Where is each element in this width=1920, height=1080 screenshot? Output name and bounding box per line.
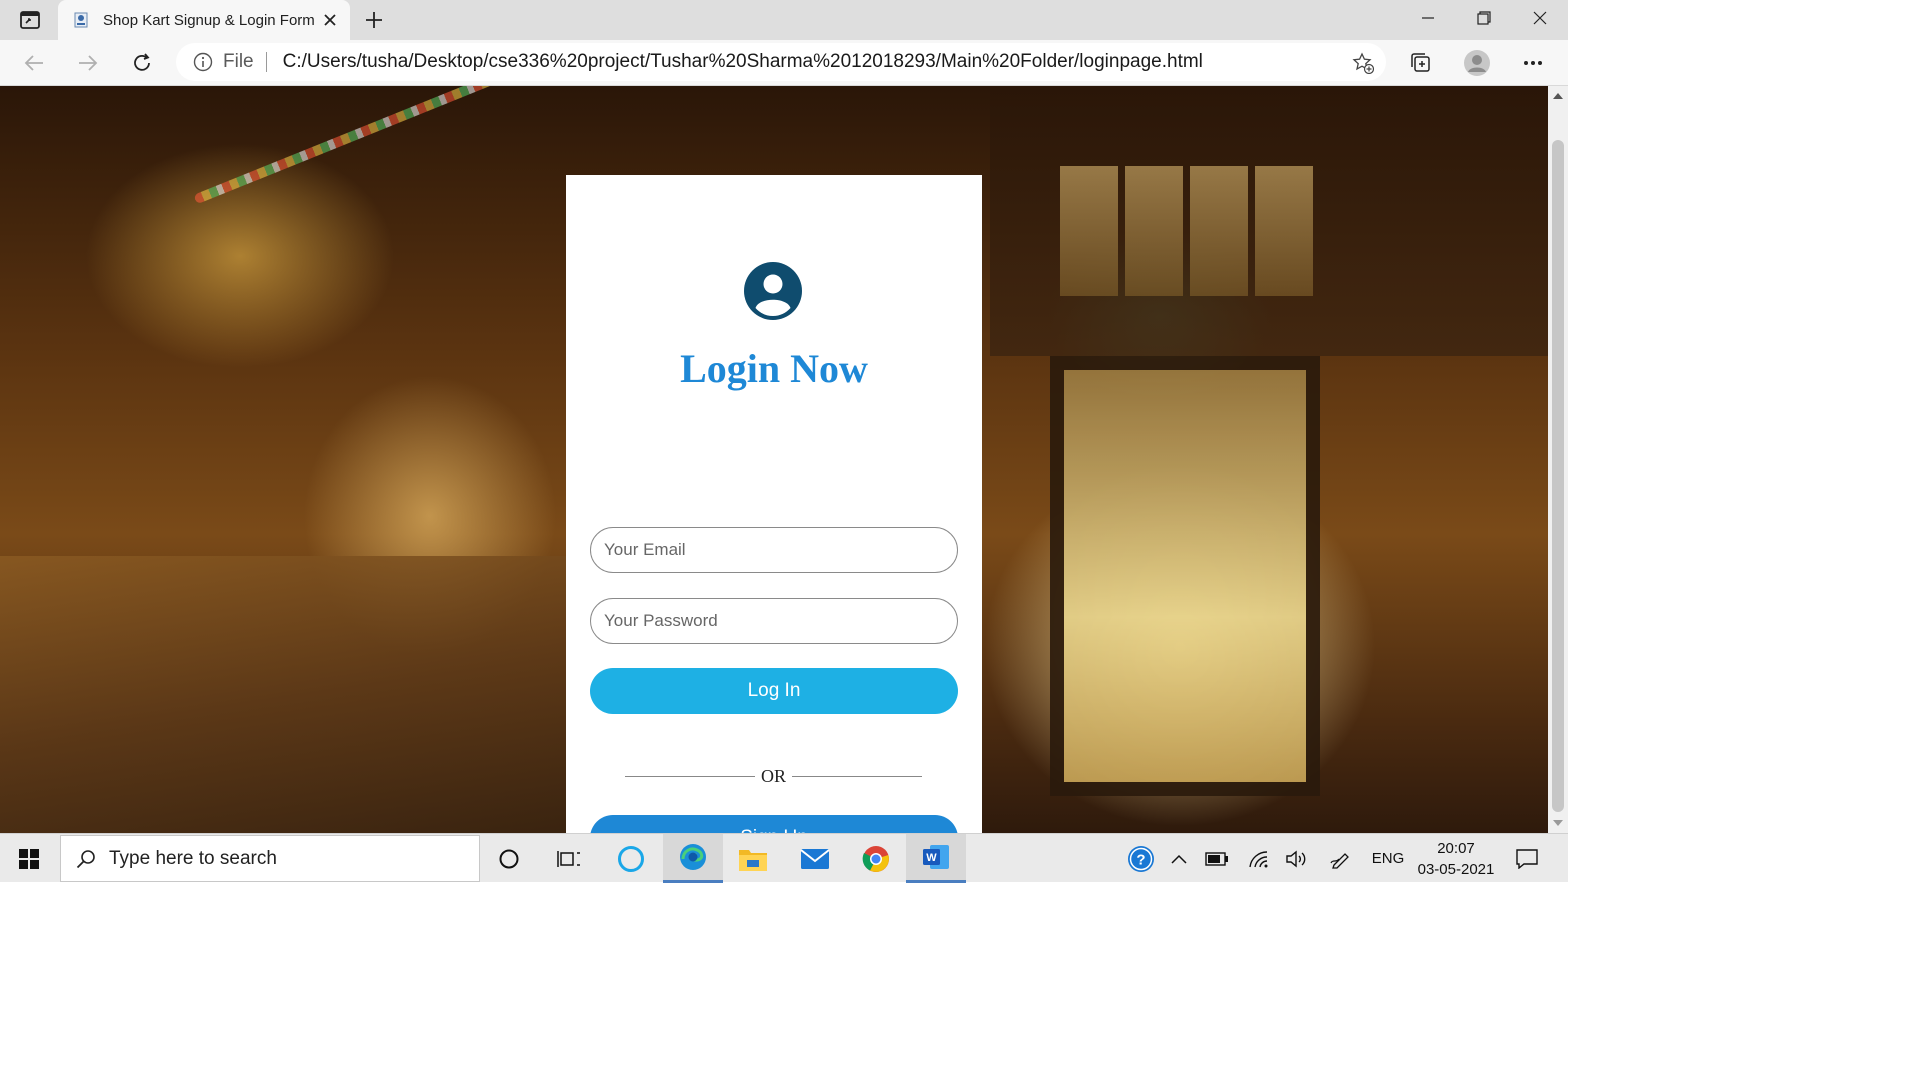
browser-tab[interactable]: Shop Kart Signup & Login Form	[58, 0, 350, 40]
help-icon[interactable]: ?	[1124, 834, 1158, 883]
word-icon[interactable]: W	[906, 834, 966, 883]
taskbar-search-placeholder: Type here to search	[109, 847, 277, 869]
clock-time: 20:07	[1437, 840, 1475, 857]
address-bar[interactable]: File C:/Users/tusha/Desktop/cse336%20pro…	[176, 43, 1386, 81]
background-string-lights	[193, 86, 587, 205]
password-field[interactable]	[590, 598, 958, 644]
taskbar-search-box[interactable]: Type here to search	[60, 835, 480, 882]
browser-toolbar: File C:/Users/tusha/Desktop/cse336%20pro…	[0, 40, 1568, 86]
language-label: ENG	[1371, 850, 1405, 867]
show-hidden-icons-icon[interactable]	[1166, 834, 1192, 883]
user-avatar-icon	[744, 262, 802, 320]
divider-line	[625, 775, 755, 777]
login-button[interactable]: Log In	[590, 668, 958, 714]
site-info-icon[interactable]	[193, 52, 213, 72]
divider-line	[792, 775, 923, 777]
email-field[interactable]	[590, 527, 958, 573]
scroll-thumb[interactable]	[1552, 140, 1564, 812]
close-tab-icon[interactable]	[320, 10, 340, 30]
scroll-down-icon[interactable]	[1548, 813, 1568, 833]
tab-title: Shop Kart Signup & Login Form	[103, 11, 315, 29]
collections-icon[interactable]	[1406, 48, 1436, 78]
cortana-icon[interactable]	[479, 834, 539, 883]
new-tab-icon[interactable]	[360, 6, 388, 34]
back-icon[interactable]	[19, 48, 49, 78]
background-street	[0, 556, 620, 833]
windows-taskbar: Type here to search W ? ENG 20:07 03-05-…	[0, 833, 1568, 883]
add-favorite-icon[interactable]	[1352, 52, 1374, 74]
chrome-icon[interactable]	[846, 834, 906, 883]
profile-avatar-icon[interactable]	[1462, 48, 1492, 78]
login-card: Login Now Log In OR Sign Up	[566, 175, 982, 833]
clock-date: 03-05-2021	[1417, 861, 1495, 878]
edge-browser-icon[interactable]	[663, 834, 723, 883]
tab-strip: Shop Kart Signup & Login Form	[0, 0, 1568, 40]
minimize-icon[interactable]	[1400, 0, 1456, 36]
background-window-pane	[1060, 166, 1118, 296]
search-icon	[75, 848, 97, 870]
task-view-icon[interactable]	[539, 834, 599, 883]
login-title: Login Now	[680, 346, 868, 391]
forward-icon[interactable]	[73, 48, 103, 78]
close-window-icon[interactable]	[1512, 0, 1568, 36]
input-language-indicator[interactable]: ENG	[1366, 834, 1410, 883]
tab-actions-icon[interactable]	[14, 8, 46, 32]
cortana-app-icon[interactable]	[601, 834, 661, 883]
system-clock[interactable]: 20:07 03-05-2021	[1412, 838, 1500, 880]
background-shop-window	[1050, 356, 1320, 796]
more-menu-icon[interactable]	[1518, 48, 1548, 78]
mail-icon[interactable]	[785, 834, 845, 883]
wifi-icon[interactable]	[1244, 834, 1274, 883]
url-scheme-label: File	[223, 51, 254, 72]
background-window-pane	[1125, 166, 1183, 296]
background-window-pane	[1255, 166, 1313, 296]
or-label: OR	[761, 765, 787, 786]
page-favicon-icon	[72, 11, 90, 29]
page-scrollbar[interactable]	[1548, 86, 1568, 833]
or-divider: OR	[625, 765, 923, 787]
restore-icon[interactable]	[1456, 0, 1512, 36]
battery-icon[interactable]	[1202, 834, 1232, 883]
url-text[interactable]: C:/Users/tusha/Desktop/cse336%20project/…	[283, 51, 1203, 73]
file-explorer-icon[interactable]	[723, 834, 783, 883]
refresh-icon[interactable]	[127, 48, 157, 78]
notifications-icon[interactable]	[1510, 834, 1544, 883]
address-separator	[265, 52, 267, 72]
windows-start-icon[interactable]	[0, 834, 58, 883]
background-window-pane	[1190, 166, 1248, 296]
page-viewport: Login Now Log In OR Sign Up	[0, 86, 1548, 833]
volume-icon[interactable]	[1282, 834, 1312, 883]
svg-text:?: ?	[1136, 851, 1145, 868]
scroll-up-icon[interactable]	[1548, 86, 1568, 106]
svg-text:W: W	[926, 852, 937, 864]
signup-button[interactable]: Sign Up	[590, 815, 958, 833]
pen-workspace-icon[interactable]	[1326, 834, 1356, 883]
